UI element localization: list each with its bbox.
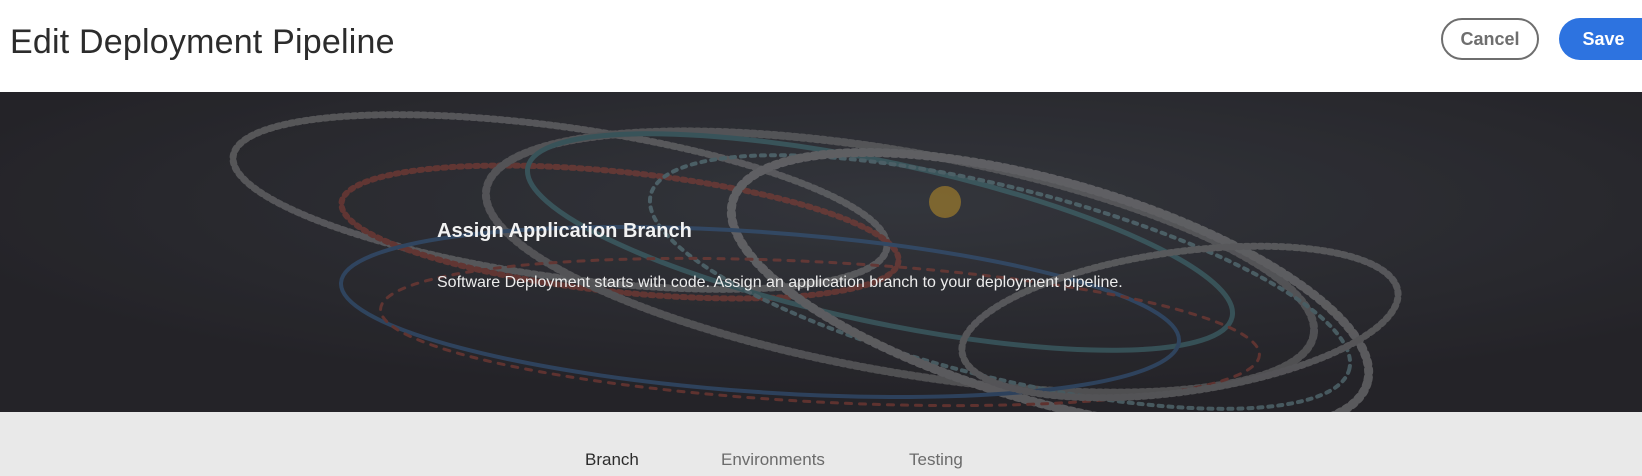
hero-background-illustration (0, 92, 1642, 412)
cancel-button[interactable]: Cancel (1441, 18, 1539, 60)
tab-branch[interactable]: Branch (585, 450, 639, 470)
hero-description: Software Deployment starts with code. As… (437, 274, 1123, 291)
page-title: Edit Deployment Pipeline (10, 23, 395, 61)
save-button[interactable]: Save (1559, 18, 1642, 60)
header-actions: Cancel Save (1441, 18, 1642, 60)
hero-banner: Assign Application Branch Software Deplo… (0, 92, 1642, 412)
hero-title: Assign Application Branch (437, 220, 692, 242)
tab-environments[interactable]: Environments (721, 450, 825, 470)
step-tabs: Branch Environments Testing (0, 412, 1642, 476)
top-bar: Edit Deployment Pipeline Cancel Save (0, 0, 1642, 92)
tab-testing[interactable]: Testing (909, 450, 963, 470)
